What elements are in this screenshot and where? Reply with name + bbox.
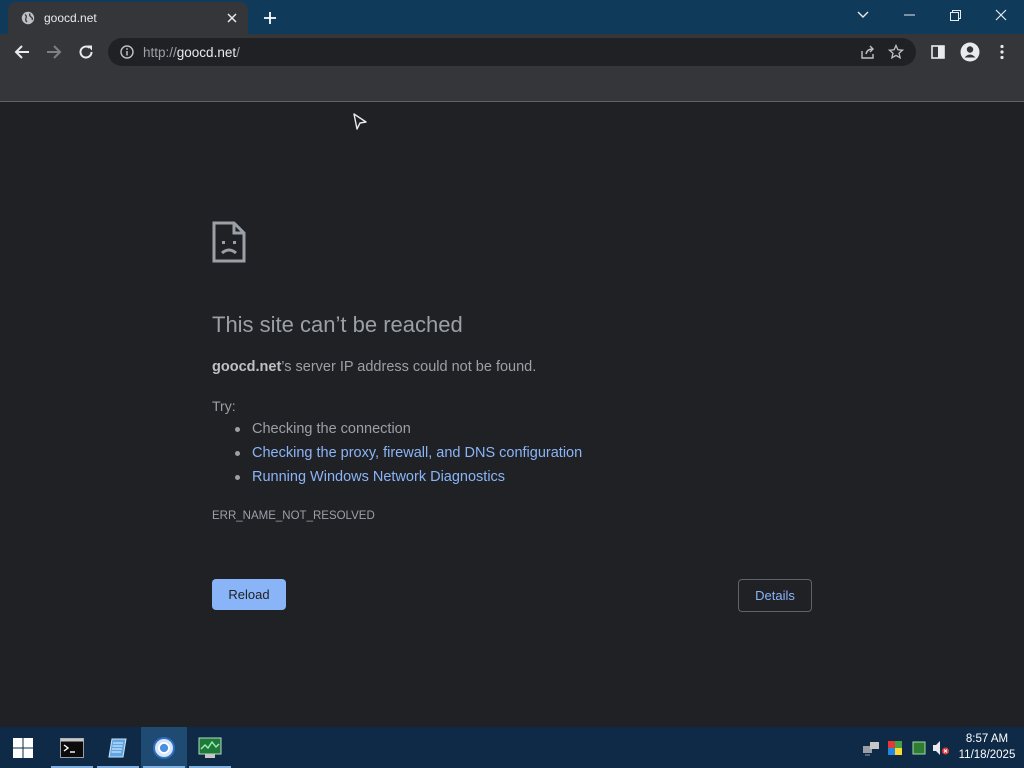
profile-avatar-icon[interactable] xyxy=(954,36,986,68)
mouse-cursor-icon xyxy=(352,113,368,136)
suggestion-check-connection: Checking the connection xyxy=(232,421,582,445)
clock-date: 11/18/2025 xyxy=(958,749,1016,761)
error-description: goocd.net’s server IP address could not … xyxy=(212,359,537,375)
globe-icon xyxy=(20,10,36,26)
system-clock[interactable]: 8:57 AM 11/18/2025 xyxy=(956,731,1018,763)
minimize-button[interactable] xyxy=(886,0,932,30)
url-text[interactable]: http://goocd.net/ xyxy=(143,45,854,60)
suggestion-proxy-link[interactable]: Checking the proxy, firewall, and DNS co… xyxy=(232,445,582,469)
restore-button[interactable] xyxy=(932,0,978,30)
green-status-icon[interactable] xyxy=(910,739,928,757)
notepad-icon[interactable] xyxy=(95,727,141,768)
browser-toolbar: http://goocd.net/ xyxy=(0,34,1024,70)
browser-tab[interactable]: goocd.net xyxy=(8,2,248,34)
menu-kebab-icon[interactable] xyxy=(986,36,1018,68)
network-icon[interactable] xyxy=(862,739,880,757)
tab-search-chevron-icon[interactable] xyxy=(840,0,886,30)
suggestion-diagnostics-link[interactable]: Running Windows Network Diagnostics xyxy=(232,469,582,493)
tab-title: goocd.net xyxy=(44,11,97,25)
try-label: Try: xyxy=(212,398,236,414)
bookmark-star-icon[interactable] xyxy=(882,38,910,66)
chrome-icon[interactable] xyxy=(141,727,187,768)
close-window-button[interactable] xyxy=(978,0,1024,30)
taskbar: 8:57 AM 11/18/2025 xyxy=(0,727,1024,768)
info-icon[interactable] xyxy=(119,44,135,60)
side-panel-icon[interactable] xyxy=(922,36,954,68)
task-manager-icon[interactable] xyxy=(187,727,233,768)
title-bar: goocd.net xyxy=(0,0,1024,34)
sad-page-icon xyxy=(212,221,246,268)
terminal-icon[interactable] xyxy=(49,727,95,768)
bookmarks-bar xyxy=(0,70,1024,102)
tab-close-icon[interactable] xyxy=(222,8,242,28)
volume-muted-icon[interactable] xyxy=(932,739,950,757)
back-button[interactable] xyxy=(6,36,38,68)
reload-page-button[interactable] xyxy=(70,36,102,68)
forward-button[interactable] xyxy=(38,36,70,68)
new-tab-button[interactable] xyxy=(258,6,282,30)
error-title: This site can’t be reached xyxy=(212,312,463,337)
error-host: goocd.net xyxy=(212,359,282,375)
start-button[interactable] xyxy=(0,727,46,768)
address-bar[interactable]: http://goocd.net/ xyxy=(108,38,916,66)
error-code: ERR_NAME_NOT_RESOLVED xyxy=(212,510,375,522)
reload-button[interactable]: Reload xyxy=(212,579,286,610)
share-icon[interactable] xyxy=(854,38,882,66)
clock-time: 8:57 AM xyxy=(965,733,1009,745)
details-button[interactable]: Details xyxy=(738,579,812,612)
color-display-icon[interactable] xyxy=(886,739,904,757)
suggestion-list: Checking the connection Checking the pro… xyxy=(232,421,582,493)
error-page: This site can’t be reached goocd.net’s s… xyxy=(0,103,1024,727)
